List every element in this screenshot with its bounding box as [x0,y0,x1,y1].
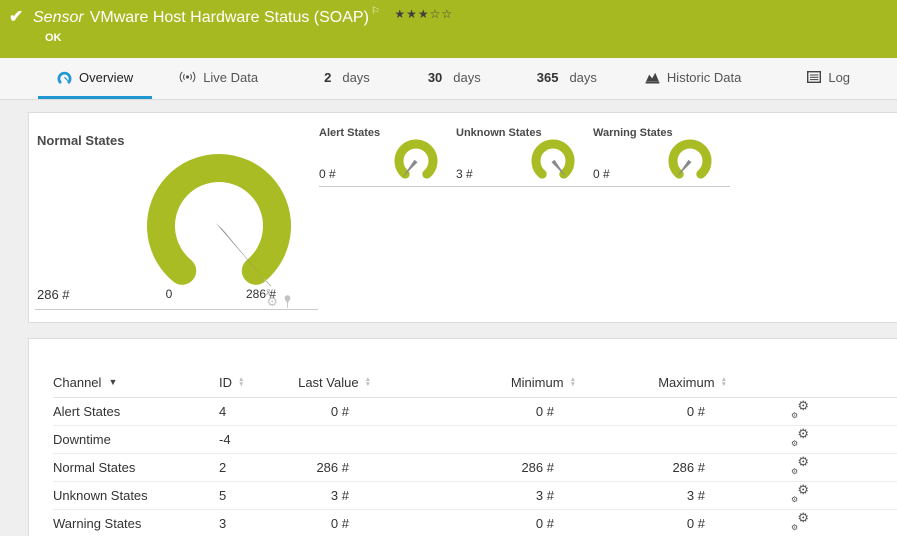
gauge-current-value: 3 # [456,167,473,181]
channel-id: 2 [219,460,227,475]
tab-historic-data[interactable]: Historic Data [626,58,760,99]
channel-name: Unknown States [53,488,148,503]
channel-last-value: 0 # [330,516,349,531]
gauge-settings-gear-icon[interactable]: ⚙ [266,295,278,308]
column-header-id[interactable]: ID ▲ ▼ [219,375,279,390]
tab-label: Log [828,69,851,85]
tab-2-days[interactable]: 2 days [305,58,389,99]
primary-gauge-title: Normal States [37,133,125,148]
page-title: VMware Host Hardware Status (SOAP) [89,9,369,26]
channel-id: 4 [219,404,227,419]
channel-settings-gears-icon[interactable]: ⚙ ⚙ [791,427,809,448]
table-header-row: Channel ▼ ID ▲ ▼ Last Value ▲ ▼ Minimum ▲ ▼… [53,367,897,398]
tab-30-days[interactable]: 30 days [409,58,500,99]
tab-number: 30 [427,69,443,85]
sort-desc-icon: ▼ [108,377,118,387]
live-data-icon [179,71,196,83]
tab-settings[interactable]: ⚙ Settings [881,58,897,99]
secondary-gauge-unknown-states[interactable]: Unknown States 3 # [456,121,593,187]
channel-settings-gears-icon[interactable]: ⚙ ⚙ [791,511,809,532]
secondary-gauge-warning-states[interactable]: Warning States 0 # [593,121,730,187]
primary-gauge-dial: x̄ [147,154,291,297]
table-row-normal-states: Normal States 2 286 # 286 # 286 # ⚙ ⚙ [53,454,897,482]
channel-last-value: 3 # [330,488,349,503]
priority-stars[interactable]: ★★★☆☆ [394,7,453,21]
sensor-tabbar: Overview Live Data 2 days 30 days 365 da… [0,58,897,100]
table-row-unknown-states: Unknown States 5 3 # 3 # 3 # ⚙ ⚙ [53,482,897,510]
table-row-downtime: Downtime -4 ⚙ ⚙ [53,426,897,454]
channel-settings-gears-icon[interactable]: ⚙ ⚙ [791,399,809,420]
historic-data-icon [645,72,660,83]
tab-365-days[interactable]: 365 days [518,58,616,99]
channel-maximum: 0 # [686,404,705,419]
channel-minimum: 286 # [521,460,554,475]
gauge-current-value: 0 # [319,167,336,181]
flag-icon: ⚐ [370,6,380,17]
channel-settings-gears-icon[interactable]: ⚙ ⚙ [791,483,809,504]
channel-name: Warning States [53,516,142,531]
channel-last-value: 286 # [316,460,349,475]
table-row-warning-states: Warning States 3 0 # 0 # 0 # ⚙ ⚙ [53,510,897,536]
channels-table: Channel ▼ ID ▲ ▼ Last Value ▲ ▼ Minimum ▲ ▼… [29,339,897,536]
stars-filled: ★★★ [394,7,430,21]
tab-label: Historic Data [666,69,742,85]
sort-icon: ▲ ▼ [720,376,727,388]
stars-empty: ☆☆ [429,7,454,21]
column-header-minimum[interactable]: Minimum ▲ ▼ [371,375,576,390]
channel-name: Alert States [53,404,121,419]
column-header-last-value[interactable]: Last Value ▲ ▼ [279,375,371,390]
small-gauge-dial [394,139,438,179]
gauges-panel: Normal States x̄ 286 # 0 286 # ⚙ Alert S… [28,112,897,323]
tab-number: 2 [324,69,332,85]
small-gauge-dial [531,139,575,179]
tab-label: days [342,69,370,85]
tab-label: days [453,69,481,85]
channel-id: -4 [219,432,231,447]
primary-gauge-scale-min: 0 [165,287,173,301]
channel-id: 5 [219,488,227,503]
channels-table-panel: Channel ▼ ID ▲ ▼ Last Value ▲ ▼ Minimum ▲ ▼… [28,338,897,536]
table-row-alert-states: Alert States 4 0 # 0 # 0 # ⚙ ⚙ [53,398,897,426]
tab-label: Live Data [203,69,259,85]
channel-maximum: 3 # [686,488,705,503]
sensor-title-line: Sensor VMware Host Hardware Status (SOAP)… [33,6,453,27]
secondary-gauge-alert-states[interactable]: Alert States 0 # [319,121,456,187]
column-header-channel[interactable]: Channel ▼ [53,375,219,390]
tab-overview[interactable]: Overview [38,58,153,99]
column-header-maximum[interactable]: Maximum ▲ ▼ [576,375,727,390]
gauge-title: Alert States [319,127,381,139]
primary-gauge-block[interactable]: Normal States x̄ 286 # 0 286 # ⚙ [35,119,318,310]
small-gauge-dial [668,139,712,179]
channel-id: 3 [219,516,227,531]
channel-minimum: 3 # [535,488,554,503]
sensor-overview-page: ✔ Sensor VMware Host Hardware Status (SOA… [0,0,897,536]
tab-live-data[interactable]: Live Data [160,58,277,99]
pin-icon[interactable] [283,295,292,308]
channel-name: Downtime [53,432,111,447]
log-icon [807,71,822,83]
channel-maximum: 286 # [672,460,705,475]
gauge-current-value: 0 # [593,167,610,181]
gauge-title: Warning States [593,127,673,139]
sensor-header: ✔ Sensor VMware Host Hardware Status (SOA… [0,0,897,58]
primary-gauge-current-value: 286 # [37,287,70,302]
channel-minimum: 0 # [535,404,554,419]
tab-label: days [569,69,597,85]
tab-number: 365 [536,69,559,85]
channel-name: Normal States [53,460,136,475]
tab-log[interactable]: Log [788,58,869,99]
gauge-icon [57,71,72,84]
sort-icon: ▲ ▼ [238,376,245,388]
status-badge: OK [45,32,62,44]
primary-gauge-tools: ⚙ [266,295,292,308]
channel-minimum: 0 # [535,516,554,531]
channel-settings-gears-icon[interactable]: ⚙ ⚙ [791,455,809,476]
tab-label: Overview [79,69,134,85]
object-kind-label: Sensor [33,9,84,26]
channel-last-value: 0 # [330,404,349,419]
status-ok-check-icon: ✔ [9,7,24,26]
channel-maximum: 0 # [686,516,705,531]
